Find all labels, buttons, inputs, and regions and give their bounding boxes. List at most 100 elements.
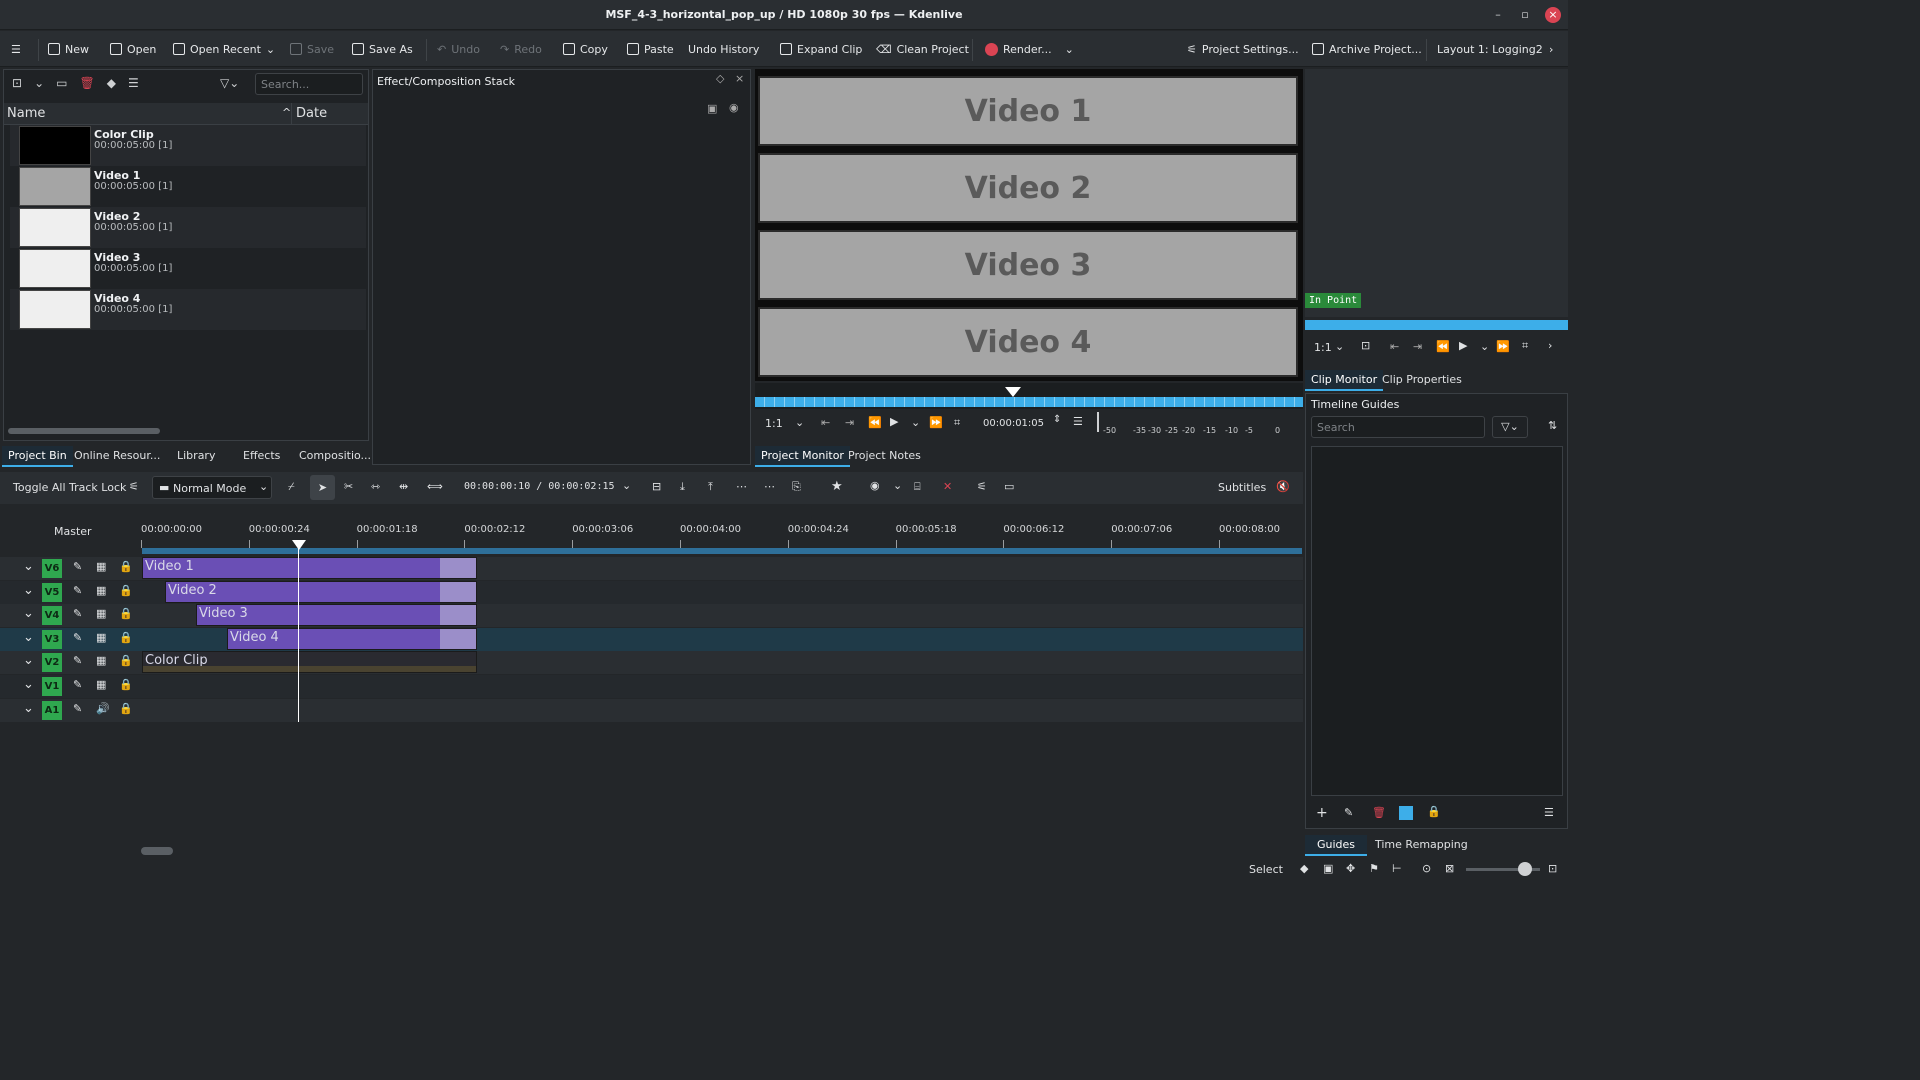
close-icon[interactable]: × [735,72,744,85]
effects-wand-icon[interactable]: ✎ [73,702,82,715]
clip-zoom[interactable]: 1:1 [1314,341,1332,354]
lock-icon[interactable]: 🔒 [119,607,133,620]
chevron-down-icon[interactable]: ⌄ [1480,340,1489,353]
tab-left-4[interactable]: Compositio... [293,446,377,465]
play-icon[interactable]: ▶ [890,415,898,428]
layout-switcher[interactable]: Layout 1: Logging2 [1437,39,1543,59]
paste-button[interactable]: Paste [627,39,674,59]
crop-icon[interactable]: ⌗ [954,416,960,430]
filter-icon[interactable]: ▽⌄ [220,76,239,90]
effects-wand-icon[interactable]: ✎ [73,560,82,573]
track-tag[interactable]: V3 [42,629,62,649]
subtitle-box-icon[interactable]: ▭ [1004,480,1014,493]
edit-mode-select[interactable]: ▬ Normal Mode ⌄ [152,476,272,499]
track-tag[interactable]: A1 [42,700,62,720]
lock-icon[interactable]: 🔒 [119,678,133,691]
track-row[interactable] [0,698,1303,722]
insert-icon[interactable]: ⌿ [288,480,295,494]
bin-item[interactable]: Color Clip 00:00:05:00 [1] [10,125,366,166]
zoom-fit-icon[interactable]: ⊙ [1422,862,1431,875]
hamburger-menu-icon[interactable]: ☰ [11,39,21,59]
razor-icon[interactable]: ✂ [344,480,353,493]
timeline-clip[interactable]: Color Clip [142,651,477,674]
chevron-down-icon[interactable]: ⌄ [795,416,804,429]
track-row[interactable] [0,675,1303,698]
chevron-down-icon[interactable]: ⌄ [23,630,34,645]
monitor-ruler[interactable] [755,383,1303,409]
settings-icon[interactable]: ⚟ [129,480,139,493]
set-out-icon[interactable]: ⇥ [845,416,854,429]
record-audio-icon[interactable]: ◉ [870,479,880,492]
redo-button[interactable]: ↷ Redo [500,39,542,59]
track-tag[interactable]: V2 [42,653,62,673]
toggle-track-lock-button[interactable]: Toggle All Track Lock [13,481,126,494]
star-icon[interactable]: ★ [831,479,843,494]
track-tag[interactable]: V4 [42,606,62,626]
timeline-clip[interactable]: Video 1 [142,557,477,579]
tab-left-1[interactable]: Online Resour... [68,446,166,465]
bin-item[interactable]: Video 4 00:00:05:00 [1] [10,289,366,330]
track-tag[interactable]: V5 [42,582,62,602]
lock-icon[interactable]: 🔒 [119,631,133,644]
lift-icon[interactable]: ⋯ [764,480,775,493]
remove-space-icon[interactable]: ✕ [943,480,952,493]
tab-guides-1[interactable]: Time Remapping [1369,835,1474,854]
rewind-icon[interactable]: ⏪ [868,416,882,429]
fit-icon[interactable]: ⊡ [1361,339,1370,352]
open-recent-button[interactable]: Open Recent ⌄ [173,39,275,59]
list-view-icon[interactable]: ☰ [128,76,139,90]
lock-icon[interactable]: 🔒 [119,702,133,715]
chevron-down-icon[interactable]: ⌄ [23,701,34,716]
zoom-out-icon[interactable]: ⊠ [1445,862,1454,875]
timeline-scrollbar[interactable] [141,847,173,855]
float-icon[interactable]: ◇ [716,72,724,85]
film-icon[interactable]: ▦ [96,654,106,667]
save-effect-icon[interactable]: ▣ [707,102,717,115]
track-tag[interactable]: V6 [42,559,62,578]
overwrite-icon[interactable]: ⤒ [708,480,713,494]
forward-icon[interactable]: ⏩ [929,416,943,429]
project-settings-button[interactable]: ⚟ Project Settings... [1187,39,1299,59]
new-button[interactable]: New [48,39,89,59]
timeline-timecode[interactable]: 00:00:00:10 / 00:00:02:15 [464,481,615,492]
timeline-playhead[interactable] [298,548,299,722]
chevron-down-icon[interactable]: ⌄ [622,479,631,492]
subtitles-button[interactable]: Subtitles [1218,481,1266,494]
tab-monitor-1[interactable]: Project Notes [842,446,927,465]
insert-clip-icon[interactable]: ⤓ [680,480,685,494]
rewind-icon[interactable]: ⏪ [1436,340,1450,353]
forward-icon[interactable]: ⏩ [1496,340,1510,353]
bin-item[interactable]: Video 1 00:00:05:00 [1] [10,166,366,207]
set-in-icon[interactable]: ⇤ [1390,340,1399,353]
ripple-icon[interactable]: ⇹ [399,480,408,493]
film-icon[interactable]: ▦ [96,631,106,644]
split-icon[interactable]: ⊢ [1392,862,1402,875]
expand-clip-button[interactable]: Expand Clip [780,39,862,59]
guides-search-input[interactable]: Search [1311,416,1485,438]
extract-icon[interactable]: ⋯ [736,480,747,493]
undo-history-button[interactable]: Undo History [688,39,759,59]
lock-icon[interactable]: 🔒 [119,654,133,667]
tab-left-3[interactable]: Effects [237,446,286,465]
move-icon[interactable]: ✥ [1346,862,1355,875]
archive-project-button[interactable]: Archive Project... [1312,39,1422,59]
split-audio-icon[interactable]: ⊟ [652,480,661,493]
tab-clip-1[interactable]: Clip Properties [1376,370,1468,389]
chevron-down-icon[interactable]: ⌄ [23,606,34,621]
col-name[interactable]: Name [7,106,45,121]
zoom-in-icon[interactable]: ⊡ [1548,862,1557,875]
color-swatch[interactable] [1399,806,1413,820]
effects-wand-icon[interactable]: ✎ [73,584,82,597]
clean-project-button[interactable]: ⌫ Clean Project [876,39,969,59]
monitor-timecode[interactable]: 00:00:01:05 [983,418,1044,429]
lock-icon[interactable]: 🔒 [119,560,133,573]
crop-icon[interactable]: ⌗ [1522,339,1528,353]
chevron-down-icon[interactable]: ⌄ [34,76,44,90]
timeline-zone-bar[interactable] [142,548,1302,554]
timeline-clip[interactable]: Video 2 [165,580,477,603]
tab-monitor-0[interactable]: Project Monitor [755,446,850,467]
filter-icon[interactable]: ▽⌄ [1492,416,1528,438]
delete-icon[interactable]: 🗑 [79,76,94,90]
track-row[interactable] [0,627,1303,651]
film-icon[interactable]: ▦ [96,584,106,597]
